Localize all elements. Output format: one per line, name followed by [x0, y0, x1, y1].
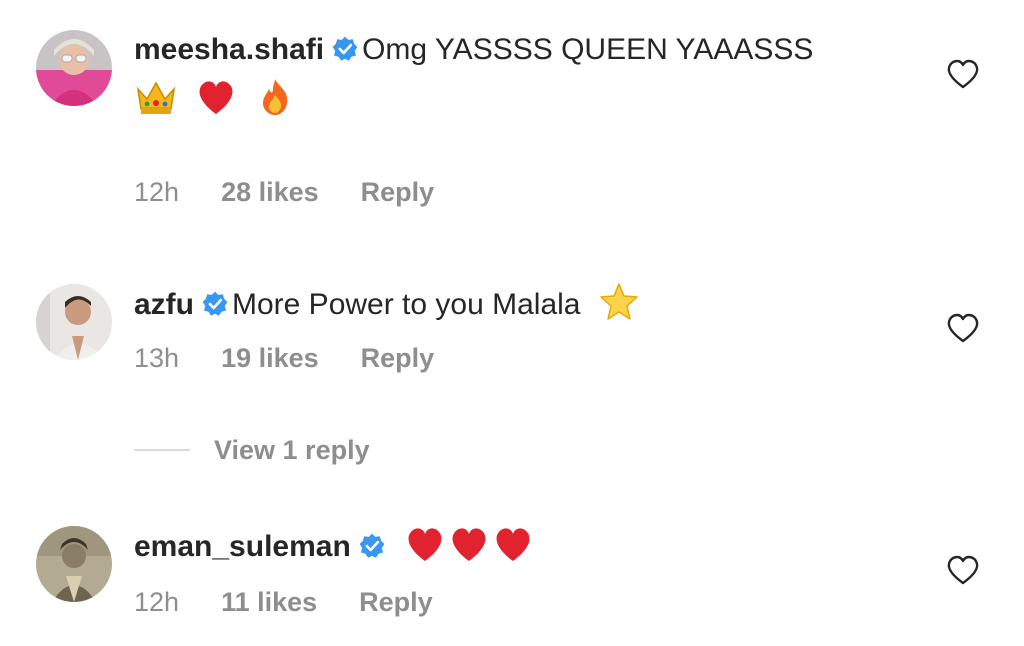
comment-meta: 12h 11 likes Reply: [134, 586, 433, 618]
red-heart-emoji-icon: [408, 528, 442, 561]
verified-badge-icon: [359, 533, 385, 558]
comment-body: azfu More Power to you Malala: [134, 282, 914, 325]
timestamp: 12h: [134, 587, 180, 617]
emoji-row: [403, 528, 535, 563]
avatar[interactable]: [36, 30, 112, 106]
replies-divider: [134, 449, 190, 451]
fire-emoji-icon: [262, 79, 287, 116]
comment-meta: 12h 28 likes Reply: [134, 176, 434, 208]
emoji-row: [134, 76, 914, 117]
timestamp: 12h: [134, 177, 180, 207]
avatar[interactable]: [36, 284, 112, 360]
comment-meta: 13h 19 likes Reply: [134, 342, 434, 374]
likes-count-link[interactable]: 28 likes: [221, 176, 319, 208]
likes-count-link[interactable]: 11 likes: [221, 586, 317, 618]
star-emoji-icon: [600, 283, 638, 320]
timestamp: 13h: [134, 343, 180, 373]
verified-badge-icon: [332, 36, 358, 61]
red-heart-emoji-icon: [496, 528, 530, 561]
reply-button[interactable]: Reply: [361, 176, 435, 208]
username-link[interactable]: eman_suleman: [134, 530, 351, 563]
verified-badge-icon: [202, 291, 228, 316]
reply-button[interactable]: Reply: [359, 586, 433, 618]
likes-count-link[interactable]: 19 likes: [221, 342, 319, 374]
reply-button[interactable]: Reply: [361, 342, 435, 374]
like-heart-icon[interactable]: [946, 554, 980, 586]
view-replies-button[interactable]: View 1 reply: [134, 432, 370, 468]
crown-emoji-icon: [136, 81, 176, 115]
username-link[interactable]: azfu: [134, 288, 194, 321]
avatar[interactable]: [36, 526, 112, 602]
username-link[interactable]: meesha.shafi: [134, 33, 324, 66]
red-heart-emoji-icon: [452, 528, 486, 561]
red-heart-emoji-icon: [199, 81, 233, 115]
comment-body: eman_suleman: [134, 524, 914, 567]
comment-body: meesha.shafi Omg YASSSS QUEEN YAAASSS: [134, 30, 914, 117]
view-replies-label[interactable]: View 1 reply: [214, 435, 370, 466]
like-heart-icon[interactable]: [946, 58, 980, 90]
comment-text: Omg YASSSS QUEEN YAAASSS: [362, 33, 814, 66]
like-heart-icon[interactable]: [946, 312, 980, 344]
comment-text: More Power to you Malala: [232, 288, 581, 321]
